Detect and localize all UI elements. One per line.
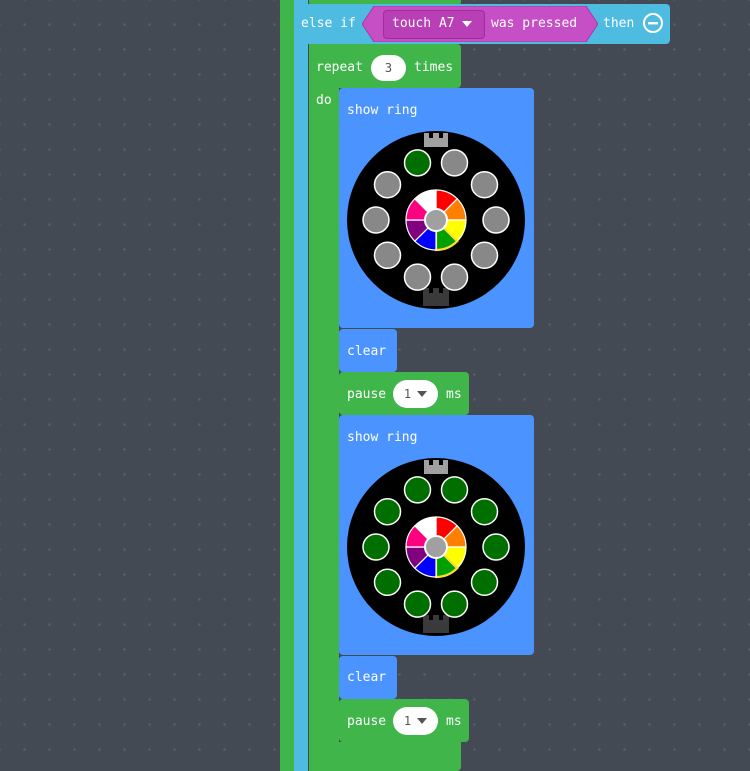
then-label: then [603,16,635,31]
ring-editor[interactable] [346,457,526,637]
neopixel-led[interactable] [440,476,469,504]
repeat-block-spine[interactable] [309,88,339,742]
chevron-down-icon [417,718,428,724]
palette-off-swatch[interactable] [424,535,448,559]
chevron-down-icon [462,21,472,27]
neopixel-led[interactable] [403,476,432,504]
neopixel-led[interactable] [362,206,390,234]
neopixel-led[interactable] [373,241,402,270]
usb-connector-icon [424,460,448,474]
palette-off-swatch[interactable] [424,208,448,232]
else-if-label: else if [301,16,356,31]
ring-board[interactable] [346,130,526,310]
repeat-block-footer[interactable] [309,742,461,771]
repeat-count-input[interactable]: 3 [371,55,406,81]
times-label: times [414,60,454,75]
neopixel-led[interactable] [403,149,432,177]
neopixel-led[interactable] [373,497,402,526]
neopixel-led[interactable] [440,263,469,291]
neopixel-led[interactable] [373,170,402,199]
pause-label: pause [347,387,387,402]
pause-unit: ms [446,714,462,729]
battery-pin [439,615,443,620]
show-ring-label: show ring [347,103,418,118]
battery-connector-icon [423,288,449,306]
usb-pin [439,460,443,465]
clear-label: clear [347,670,387,685]
neopixel-led[interactable] [440,149,469,177]
neopixel-led[interactable] [470,241,499,270]
neopixel-led[interactable] [470,568,499,597]
pause-label: pause [347,714,387,729]
neopixel-led[interactable] [470,170,499,199]
battery-pin [439,288,443,293]
repeat-label: repeat [316,60,363,75]
usb-pin [439,133,443,138]
usb-connector-icon [424,133,448,147]
battery-pin [429,288,433,293]
pause-duration-dropdown[interactable]: 1 [393,707,438,735]
ring-editor[interactable] [346,130,526,310]
do-label: do [316,93,332,108]
neopixel-led[interactable] [362,533,390,561]
usb-pin [429,460,433,465]
usb-pin [429,133,433,138]
pause-unit: ms [446,387,462,402]
neopixel-led[interactable] [403,263,432,291]
was-pressed-label: was pressed [491,16,578,31]
neopixel-led[interactable] [482,533,510,561]
clear-label: clear [347,344,387,359]
if-block-spine[interactable] [294,0,308,771]
outer-event-block[interactable] [280,0,294,771]
ring-board[interactable] [346,457,526,637]
chevron-down-icon [417,391,428,397]
touch-dropdown-value: touch A7 [392,16,455,31]
show-ring-label: show ring [347,430,418,445]
minus-circle-icon[interactable] [642,12,664,34]
battery-pin [429,615,433,620]
neopixel-led[interactable] [440,590,469,618]
repeat-count-value: 3 [384,61,393,75]
pause-duration-value: 1 [403,387,412,401]
battery-connector-icon [423,615,449,633]
pause-duration-dropdown[interactable]: 1 [393,380,438,408]
pause-duration-value: 1 [403,714,412,728]
neopixel-led[interactable] [373,568,402,597]
neopixel-led[interactable] [403,590,432,618]
neopixel-led[interactable] [470,497,499,526]
neopixel-led[interactable] [482,206,510,234]
